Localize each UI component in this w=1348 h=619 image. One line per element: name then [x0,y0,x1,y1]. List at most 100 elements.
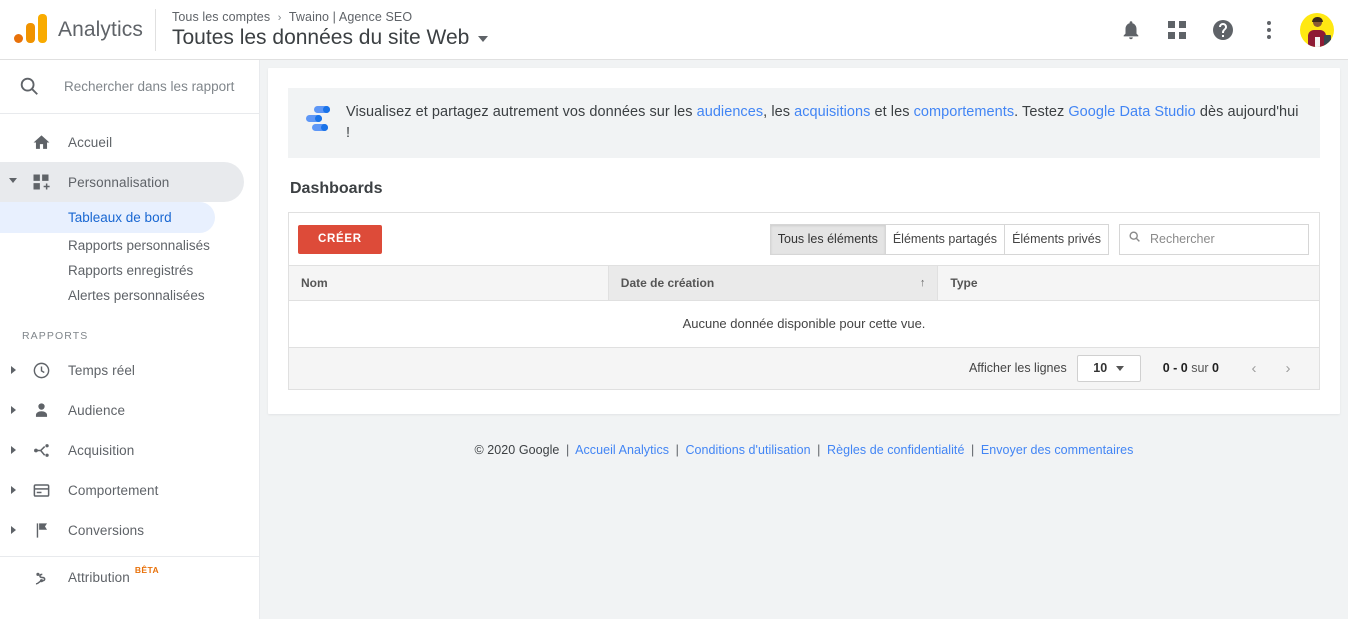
promo-link-comportements[interactable]: comportements [914,104,1015,120]
promo-link-google-data-studio[interactable]: Google Data Studio [1068,104,1195,120]
expand-arrow-icon[interactable] [0,177,26,187]
column-header-nom[interactable]: Nom [289,266,609,301]
filter-tab-shared-items[interactable]: Éléments partagés [884,223,1006,255]
sidebar-subitem-rapports-personnalises[interactable]: Rapports personnalisés [0,233,215,258]
page-footer: © 2020 Google | Accueil Analytics | Cond… [260,414,1348,457]
title-block: Tous les comptes › Twaino | Agence SEO T… [172,10,489,50]
page-title: Dashboards [290,180,383,197]
promo-link-acquisitions[interactable]: acquisitions [794,104,870,120]
pagination-range: 0 - 0 sur 0 [1163,361,1219,375]
toolbar-right-group: Tous les éléments Éléments partagés Élém… [769,223,1309,255]
brand-name: Analytics [58,17,143,41]
customization-icon [26,173,56,191]
view-title-text: Toutes les données du site Web [172,25,470,49]
column-label: Type [950,275,978,290]
expand-arrow-icon[interactable] [0,406,26,414]
breadcrumb-property[interactable]: Twaino | Agence SEO [289,10,412,24]
filter-segmented-control: Tous les éléments Éléments partagés Élém… [769,223,1109,255]
promo-part-2: , les [763,104,795,120]
sidebar-subitem-tableaux-de-bord[interactable]: Tableaux de bord [0,202,215,233]
top-header-bar: Analytics Tous les comptes › Twaino | Ag… [0,0,1348,60]
more-vert-icon[interactable] [1248,9,1290,51]
sidebar-section-label: RAPPORTS [22,330,89,342]
footer-link-conditions[interactable]: Conditions d'utilisation [685,443,810,457]
sidebar-item-audience[interactable]: Audience [0,390,244,430]
attribution-icon [26,568,56,587]
promo-text: Visualisez et partagez autrement vos don… [346,102,1302,144]
analytics-logo-icon [14,13,48,46]
chevron-down-icon [478,36,489,42]
bell-icon[interactable] [1110,9,1152,51]
range-total: 0 [1212,361,1219,375]
brand-block[interactable]: Analytics [0,13,155,46]
expand-arrow-icon[interactable] [0,526,26,534]
clock-icon [26,361,56,380]
sidebar-item-label: Temps réel [68,362,136,378]
footer-separator: | [565,442,570,457]
sidebar-item-label: Attribution [68,569,130,585]
sidebar-subitem-alertes-personnalisees[interactable]: Alertes personnalisées [0,283,215,308]
header-actions [1110,0,1334,60]
chevron-down-icon [1116,365,1125,371]
sidebar-item-label: Audience [68,402,126,418]
breadcrumb: Tous les comptes › Twaino | Agence SEO [172,10,488,24]
sidebar-item-conversions[interactable]: Conversions [0,510,244,550]
view-selector[interactable]: Toutes les données du site Web [172,25,489,50]
table-header-row: Nom Date de création ↑ Type [289,266,1319,301]
search-input[interactable] [62,78,242,95]
promo-part-3: et les [870,104,914,120]
sort-ascending-icon: ↑ [919,276,926,289]
sidebar-item-personnalisation[interactable]: Personnalisation [0,162,244,202]
next-page-button[interactable]: › [1271,353,1305,383]
sidebar-item-accueil[interactable]: Accueil [0,122,244,162]
footer-link-commentaires[interactable]: Envoyer des commentaires [981,443,1134,457]
search-icon [1128,230,1141,248]
apps-grid-icon[interactable] [1156,9,1198,51]
filter-tab-private-items[interactable]: Éléments privés [1004,223,1109,255]
sidebar-search-row [0,60,259,114]
breadcrumb-separator-icon: › [277,11,282,24]
breadcrumb-account[interactable]: Tous les comptes [172,10,270,24]
previous-page-button[interactable]: ‹ [1237,353,1271,383]
beta-badge: BÊTA [134,565,159,575]
data-studio-icon [306,104,332,131]
main-content: Visualisez et partagez autrement vos don… [260,60,1348,619]
expand-arrow-icon[interactable] [0,486,26,494]
rows-per-page-select[interactable]: 10 [1076,354,1141,382]
user-avatar[interactable] [1300,13,1334,47]
table-pagination: Afficher les lignes 10 0 - 0 sur 0 ‹ › [289,347,1319,389]
sidebar-item-label: Accueil [68,134,113,150]
footer-separator: | [817,442,821,457]
column-header-date-creation[interactable]: Date de création ↑ [608,266,939,301]
expand-arrow-icon[interactable] [0,366,26,374]
footer-link-accueil-analytics[interactable]: Accueil Analytics [575,443,669,457]
table-body: Aucune donnée disponible pour cette vue. [289,300,1319,348]
sidebar-subitem-rapports-enregistres[interactable]: Rapports enregistrés [0,258,215,283]
help-circle-icon[interactable] [1202,9,1244,51]
footer-link-confidentialite[interactable]: Règles de confidentialité [827,443,964,457]
rows-per-page-label: Afficher les lignes [968,361,1067,375]
promo-part-4: . Testez [1014,104,1069,120]
sidebar-item-attribution[interactable]: Attribution BÊTA [0,557,244,597]
table-empty-row: Aucune donnée disponible pour cette vue. [289,300,1319,348]
empty-state-message: Aucune donnée disponible pour cette vue. [289,300,1319,348]
sidebar-item-temps-reel[interactable]: Temps réel [0,350,244,390]
table-search-box[interactable] [1119,223,1309,255]
sidebar-item-label: Acquisition [68,442,135,458]
filter-tab-all-items[interactable]: Tous les éléments [769,223,886,255]
table-search-input[interactable] [1148,231,1298,247]
promo-part-1: Visualisez et partagez autrement vos don… [346,104,697,120]
promo-link-audiences[interactable]: audiences [697,104,764,120]
create-button[interactable]: CRÉER [298,224,382,254]
dashboards-table: Nom Date de création ↑ Type Aucune donné… [289,266,1319,348]
range-start: 0 - 0 [1162,361,1188,375]
column-header-type[interactable]: Type [937,266,1319,301]
rows-per-page-value: 10 [1093,361,1108,375]
range-mid: sur [1187,361,1213,375]
sidebar-item-comportement[interactable]: Comportement [0,470,244,510]
sidebar-item-acquisition[interactable]: Acquisition [0,430,244,470]
table-toolbar: CRÉER Tous les éléments Éléments partagé… [289,213,1319,266]
home-icon [26,133,56,152]
expand-arrow-icon[interactable] [0,446,26,454]
google-analytics-app: Analytics Tous les comptes › Twaino | Ag… [0,0,1348,619]
